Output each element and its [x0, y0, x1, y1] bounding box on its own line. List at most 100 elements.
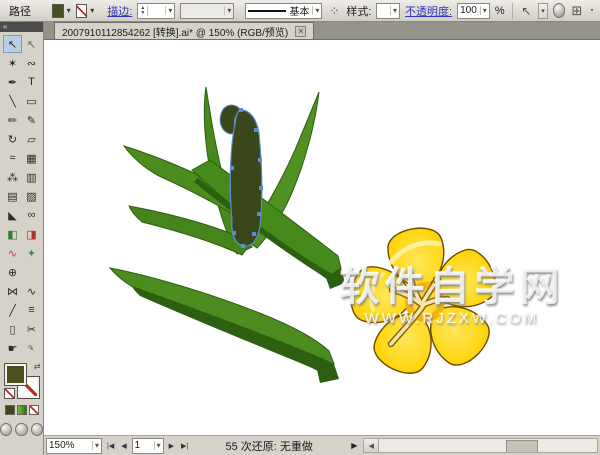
anchor-point [230, 166, 234, 170]
zoom-dropdown-icon[interactable] [92, 441, 99, 450]
stroke-color-dropdown-icon[interactable] [90, 6, 94, 15]
rotate-tool[interactable]: ↻ [3, 130, 22, 148]
status-flyout-icon[interactable]: ▶ [348, 441, 360, 450]
control-bar: 路径 描边: ▲▼ 基本 ⁘ 样式: 不透明度: 100 % ↖ ⊞ ▪ [0, 0, 600, 22]
variable-width-combo[interactable] [180, 3, 234, 19]
document-area: 2007910112854262 [转换].ai* @ 150% (RGB/预览… [44, 22, 600, 455]
stroke-weight-spinner-icon[interactable]: ▲▼ [140, 6, 148, 16]
measure-tool[interactable]: ≡ [22, 301, 41, 319]
opacity-combo[interactable]: 100 [457, 3, 490, 19]
fill-color-dropdown-icon[interactable] [67, 6, 71, 15]
stroke-color-swatch[interactable] [76, 4, 88, 18]
undo-status-text: 55 次还原: 无重做 [193, 438, 345, 454]
anchor-point [254, 128, 258, 132]
screen-mode-normal-icon[interactable] [0, 423, 12, 436]
brush-options-icon[interactable]: ⁘ [327, 5, 341, 17]
align-options-icon[interactable]: ▪ [589, 5, 595, 17]
select-similar-icon[interactable]: ↖ [519, 5, 533, 17]
opacity-link[interactable]: 不透明度: [405, 3, 452, 19]
warp-tool[interactable]: ≈ [3, 149, 22, 167]
screen-mode-full-icon[interactable] [31, 423, 43, 436]
document-tab[interactable]: 2007910112854262 [转换].ai* @ 150% (RGB/预览… [54, 22, 314, 39]
lasso-tool[interactable]: ∾ [22, 54, 41, 72]
none-button[interactable] [29, 405, 39, 415]
hand-tool[interactable]: ☛ [3, 339, 22, 357]
swap-fill-stroke-icon[interactable]: ⇄ [34, 362, 41, 371]
recolor-artwork-icon[interactable] [553, 3, 565, 18]
prev-page-icon[interactable]: ◀ [119, 442, 128, 450]
variable-width-dropdown-icon[interactable] [224, 6, 231, 15]
lower-leaf[interactable] [110, 268, 339, 383]
context-label: 路径 [9, 3, 31, 19]
rectangle-tool[interactable]: ▭ [22, 92, 41, 110]
scale-tool[interactable]: ▱ [22, 130, 41, 148]
brush-definition-combo[interactable]: 基本 [245, 3, 322, 19]
default-fill-stroke-icon[interactable] [4, 388, 15, 399]
width-tool[interactable]: ∿ [22, 282, 41, 300]
symbol-sprayer-tool[interactable]: ⁂ [3, 168, 22, 186]
graph-tool[interactable]: ▥ [22, 168, 41, 186]
type-tool[interactable]: T [22, 73, 41, 91]
crop-area-tool[interactable]: ⊕ [3, 263, 22, 281]
first-page-icon[interactable]: |◀ [105, 442, 116, 450]
line-segment-tool[interactable]: ╲ [3, 92, 22, 110]
color-button[interactable] [5, 405, 15, 415]
fill-indicator-swatch[interactable] [5, 364, 26, 385]
tools-panel-collapse[interactable]: « [0, 22, 43, 32]
style-dropdown-icon[interactable] [390, 6, 397, 15]
blend-tool[interactable]: ∞ [22, 206, 41, 224]
leaf-underside [132, 286, 334, 370]
envelope-tool[interactable]: ⋈ [3, 282, 22, 300]
stem [192, 160, 341, 278]
live-paint-selection-tool[interactable]: ◨ [22, 225, 41, 243]
brush-dropdown-icon[interactable] [312, 6, 319, 15]
flower[interactable] [348, 224, 504, 381]
scrollbar-thumb[interactable] [506, 440, 538, 453]
brush-value: 基本 [289, 3, 309, 18]
canvas[interactable]: 软件自学网 WWW.RJZXW.COM [44, 40, 600, 435]
screen-mode-menu-icon[interactable] [15, 423, 27, 436]
scissors-tool[interactable]: ✂ [22, 320, 41, 338]
scroll-left-icon[interactable]: ◀ [364, 439, 379, 452]
stroke-link[interactable]: 描边: [107, 3, 132, 19]
horizontal-scrollbar[interactable]: ◀ [363, 438, 598, 453]
status-bar: 150% |◀ ◀ 1 ▶ ▶| 55 次还原: 无重做 ▶ ◀ [44, 435, 600, 455]
tab-close-icon[interactable]: × [295, 26, 306, 37]
last-page-icon[interactable]: ▶| [179, 442, 190, 450]
main-area: « ↖↖✶∾✒T╲▭✏✎↻▱≈▦⁂▥▤▨◣∞◧◨∿✦⊕⋈∿╱≡▯✂☛♀ ⇄ 20… [0, 22, 600, 455]
opacity-value: 100 [460, 5, 477, 16]
mesh-tool[interactable]: ▤ [3, 187, 22, 205]
free-transform-tool[interactable]: ▦ [22, 149, 41, 167]
stroke-weight-combo[interactable]: ▲▼ [137, 3, 175, 19]
zoom-tool[interactable]: ♀ [22, 339, 41, 357]
page-dropdown-icon[interactable] [154, 441, 161, 450]
eyedropper-tool[interactable]: ◣ [3, 206, 22, 224]
select-similar-dropdown-icon[interactable] [538, 3, 547, 19]
fill-color-swatch[interactable] [52, 4, 64, 18]
live-trace-tool[interactable]: ∿ [3, 244, 22, 262]
opacity-dropdown-icon[interactable] [480, 6, 487, 15]
gradient-button[interactable] [17, 405, 27, 415]
anchor-point [258, 158, 262, 162]
next-page-icon[interactable]: ▶ [167, 442, 176, 450]
zoom-level-combo[interactable]: 150% [46, 438, 102, 454]
gradient-tool[interactable]: ▨ [22, 187, 41, 205]
slice-tool[interactable]: ▯ [3, 320, 22, 338]
screen-mode-buttons [0, 423, 43, 436]
live-paint-bucket-tool[interactable]: ◧ [3, 225, 22, 243]
stamen-tip [444, 297, 451, 304]
magic-wand-tool[interactable]: ✶ [3, 54, 22, 72]
selection-tool[interactable]: ↖ [3, 35, 22, 53]
flare-tool[interactable]: ✦ [22, 244, 41, 262]
align-grid-icon[interactable]: ⊞ [570, 5, 584, 17]
knife-tool[interactable]: ╱ [3, 301, 22, 319]
stroke-weight-dropdown-icon[interactable] [165, 6, 172, 15]
page-number-combo[interactable]: 1 [132, 438, 164, 454]
paintbrush-tool[interactable]: ✏ [3, 111, 22, 129]
direct-selection-tool[interactable]: ↖ [22, 35, 41, 53]
document-tab-title: 2007910112854262 [转换].ai* @ 150% (RGB/预览… [62, 24, 288, 39]
anchor-point [239, 108, 243, 112]
pen-tool[interactable]: ✒ [3, 73, 22, 91]
pencil-tool[interactable]: ✎ [22, 111, 41, 129]
style-combo[interactable] [376, 3, 400, 19]
